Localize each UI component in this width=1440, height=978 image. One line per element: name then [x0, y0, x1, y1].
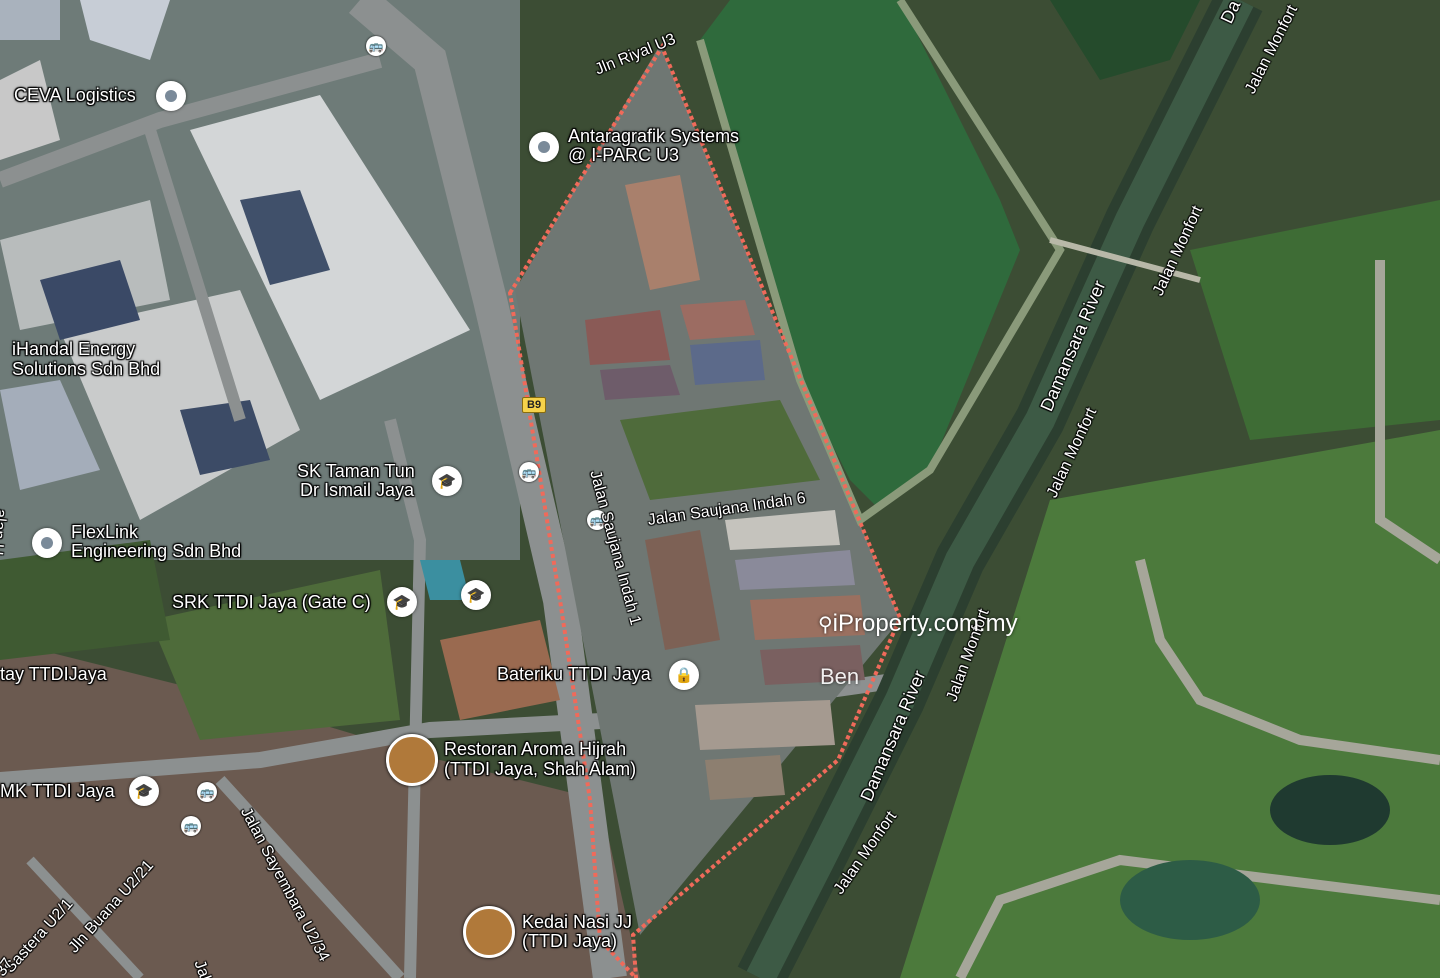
- bus-stop-icon[interactable]: 🚌: [197, 782, 217, 802]
- place-label[interactable]: MK TTDI Jaya: [0, 782, 115, 801]
- place-label[interactable]: iHandal Energy: [12, 340, 135, 359]
- place-label[interactable]: Dr Ismail Jaya: [300, 481, 414, 500]
- place-label[interactable]: Kedai Nasi JJ: [522, 913, 632, 932]
- school-icon[interactable]: 🎓: [461, 580, 491, 610]
- place-label[interactable]: FlexLink: [71, 523, 138, 542]
- shopping-bag-icon[interactable]: 🔒: [669, 660, 699, 690]
- school-icon[interactable]: 🎓: [432, 466, 462, 496]
- watermark: ⚲iProperty.com.my: [818, 610, 1018, 637]
- place-label[interactable]: (TTDI Jaya): [522, 932, 617, 951]
- location-pin-icon: ⚲: [818, 612, 833, 636]
- location-pin-icon[interactable]: [32, 528, 62, 558]
- bus-stop-icon[interactable]: 🚌: [366, 36, 386, 56]
- place-label[interactable]: Restoran Aroma Hijrah: [444, 740, 626, 759]
- map-imagery: [0, 0, 1440, 978]
- location-pin-icon[interactable]: [529, 132, 559, 162]
- place-label[interactable]: Engineering Sdn Bhd: [71, 542, 241, 561]
- place-label[interactable]: Antaragrafik Systems: [568, 127, 739, 146]
- satellite-map[interactable]: CEVA Logistics Antaragrafik Systems @ I-…: [0, 0, 1440, 978]
- school-icon[interactable]: 🎓: [387, 587, 417, 617]
- watermark-sub: Ben: [820, 664, 860, 689]
- road-shield: B9: [522, 397, 547, 413]
- place-label[interactable]: (TTDI Jaya, Shah Alam): [444, 760, 636, 779]
- place-label[interactable]: SRK TTDI Jaya (Gate C): [172, 593, 371, 612]
- place-label[interactable]: Bateriku TTDI Jaya: [497, 665, 651, 684]
- place-label[interactable]: Solutions Sdn Bhd: [12, 360, 160, 379]
- bus-stop-icon[interactable]: 🚌: [519, 462, 539, 482]
- place-label[interactable]: CEVA Logistics: [14, 86, 136, 105]
- bus-stop-icon[interactable]: 🚌: [181, 816, 201, 836]
- restaurant-photo-marker[interactable]: [463, 906, 515, 958]
- location-pin-icon[interactable]: [156, 81, 186, 111]
- restaurant-photo-marker[interactable]: [386, 734, 438, 786]
- place-label[interactable]: @ I-PARC U3: [568, 146, 679, 165]
- place-label[interactable]: SK Taman Tun: [297, 462, 415, 481]
- place-label[interactable]: tay TTDIJaya: [0, 665, 107, 684]
- school-icon[interactable]: 🎓: [129, 776, 159, 806]
